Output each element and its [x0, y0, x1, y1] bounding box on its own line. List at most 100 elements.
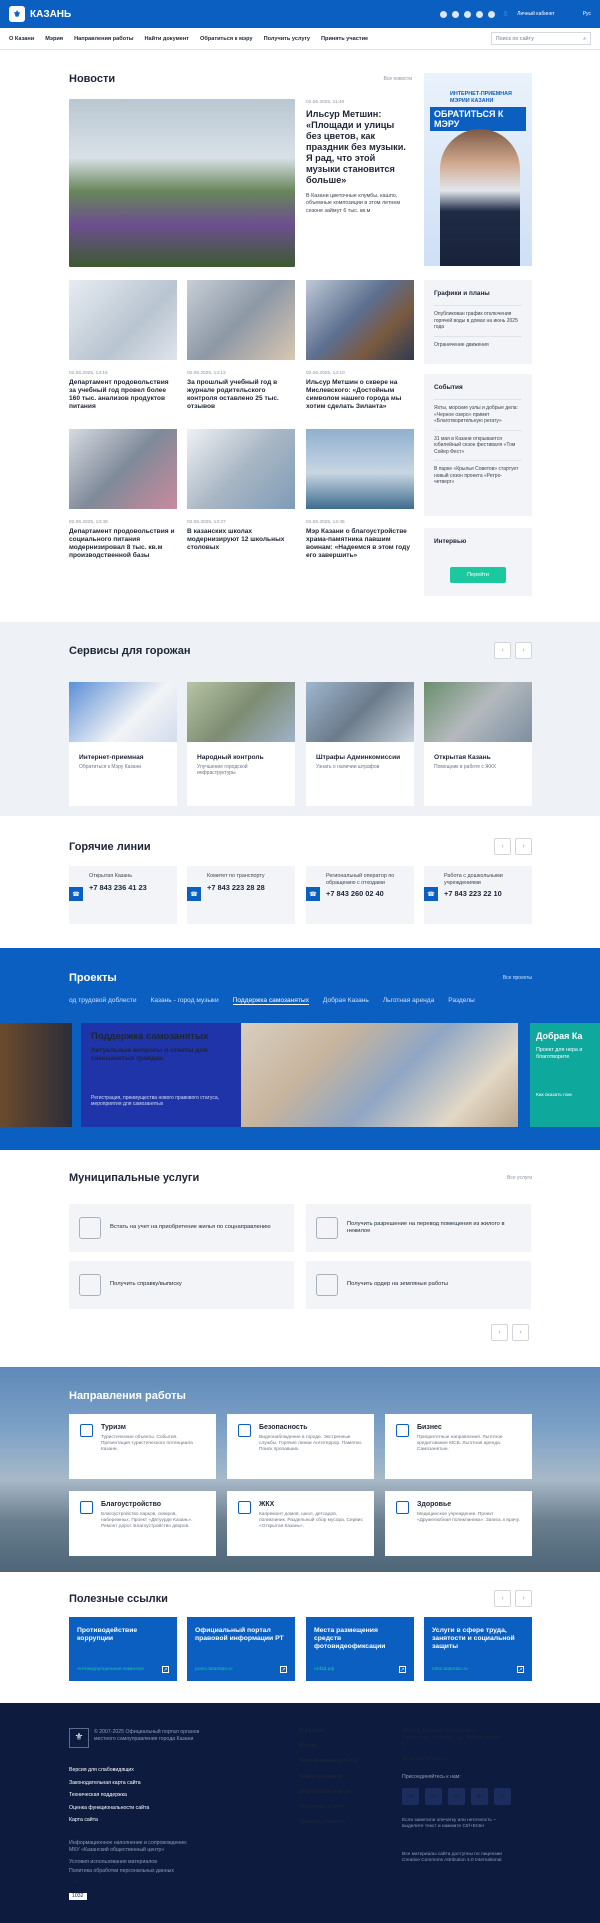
footer-menu-item[interactable]: Найти документ [299, 1774, 357, 1780]
direction-card[interactable]: Здоровье Медицинское учреждение. Проект «… [385, 1491, 532, 1556]
telegram-icon[interactable]: ✈ [494, 1788, 511, 1805]
next-arrow-icon[interactable]: › [515, 1590, 532, 1607]
municipal-service-item[interactable]: Получить ордер на земляные работы [306, 1261, 531, 1309]
vk-icon[interactable]: vk [402, 1788, 419, 1805]
hotline-card[interactable]: ☎ Комитет по транспорту +7 843 223 28 28 [187, 866, 295, 924]
instagram-icon[interactable] [463, 10, 471, 18]
tab-kind-kazan[interactable]: Добрая Казань [323, 997, 369, 1005]
youtube-icon[interactable] [475, 10, 483, 18]
news-card-title[interactable]: Департамент продовольствия за учебный го… [69, 379, 177, 411]
link-url[interactable]: pravo.tatarstan.ru [195, 1667, 233, 1672]
link-url[interactable]: Антикоррупционная комиссия [77, 1667, 144, 1672]
prev-arrow-icon[interactable]: ‹ [494, 642, 511, 659]
news-card[interactable]: 02.06.2025, 13:27 В казанских школах мод… [187, 429, 295, 552]
news-card[interactable]: 02.06.2025, 14:13 За прошлый учебный год… [187, 280, 295, 411]
personal-cabinet-link[interactable]: Личный кабинет [517, 11, 555, 17]
widget-item[interactable]: В парке «Крылья Советов» стартует новый … [434, 460, 522, 491]
language-select[interactable]: Рус [583, 11, 591, 17]
service-card[interactable]: Открытая Казань Помощник в работе с ЖКХ [424, 682, 532, 806]
footer-menu-item[interactable]: Направления работы [299, 1758, 357, 1764]
municipal-service-item[interactable]: Встать на учет на приобретение жилья по … [69, 1204, 294, 1252]
youtube-icon[interactable]: ▶ [471, 1788, 488, 1805]
link-url[interactable]: rmfdd.рф [314, 1667, 334, 1672]
news-main[interactable]: 02.06.2025, 11:40 Ильсур Метшин: «Площад… [306, 100, 410, 215]
useful-link-card[interactable]: Противодействие коррупции Антикоррупционн… [69, 1617, 177, 1681]
search-icon[interactable]: ⌕ [583, 36, 586, 42]
service-card[interactable]: Интернет-приемная Обратиться к Мэру Казан… [69, 682, 177, 806]
instagram-icon[interactable]: ◎ [448, 1788, 465, 1805]
footer-link[interactable]: Оценка функциональности сайта [69, 1802, 149, 1815]
prev-arrow-icon[interactable]: ‹ [494, 1590, 511, 1607]
news-card[interactable]: 02.06.2025, 13:48 Департамент продовольс… [69, 429, 177, 560]
hotline-card[interactable]: ☎ Открытая Казань +7 843 236 41 23 [69, 866, 177, 924]
tab-music[interactable]: Казань - город музыки [151, 997, 219, 1005]
prev-arrow-icon[interactable]: ‹ [491, 1324, 508, 1341]
news-main-title[interactable]: Ильсур Метшин: «Площади и улицы без цвет… [306, 109, 410, 186]
next-arrow-icon[interactable]: › [515, 642, 532, 659]
telegram-icon[interactable] [487, 10, 495, 18]
hotline-card[interactable]: ☎ Региональный оператор по обращению с от… [306, 866, 414, 924]
hotline-phone[interactable]: +7 843 223 22 10 [444, 889, 524, 898]
nav-item-appeal[interactable]: Обратиться к мэру [200, 36, 253, 42]
link-url[interactable]: mtsz.tatarstan.ru [432, 1667, 468, 1672]
search-input[interactable]: Поиск по сайту ⌕ [491, 32, 591, 45]
news-card-title[interactable]: Ильсур Метшин о сквере на Мислевского: «… [306, 379, 414, 411]
widget-item[interactable]: Яхты, морские узлы и добрые дела: «Черно… [434, 399, 522, 430]
news-card-title[interactable]: За прошлый учебный год в журнале родител… [187, 379, 295, 411]
footer-link[interactable]: Законодательная карта сайта [69, 1777, 149, 1790]
useful-link-card[interactable]: Услуги в сфере труда, занятости и социал… [424, 1617, 532, 1681]
project-card-next[interactable]: Добрая Ка Проект для нера и благотворите… [530, 1023, 600, 1127]
widget-item[interactable]: Ограничение движения [434, 335, 522, 354]
news-main-photo[interactable] [69, 99, 295, 267]
vk-icon[interactable] [439, 10, 447, 18]
nav-item-about[interactable]: О Казани [9, 36, 34, 42]
next-arrow-icon[interactable]: › [512, 1324, 529, 1341]
news-card[interactable]: 02.06.2025, 14:10 Ильсур Метшин о сквере… [306, 280, 414, 411]
site-logo[interactable]: ⚜ КАЗАНЬ [9, 6, 71, 22]
footer-link[interactable]: Политика обработки персональных данных [69, 1867, 174, 1876]
news-card-title[interactable]: Мэр Казани о благоустройстве храма-памят… [306, 528, 414, 560]
direction-card[interactable]: ЖКХ Капремонт домов, школ, детсадов, поли… [227, 1491, 374, 1556]
footer-link[interactable]: Версия для слабовидящих [69, 1764, 149, 1777]
mayor-appeal-banner[interactable]: ИНТЕРНЕТ-ПРИЕМНАЯ МЭРИИ КАЗАНИ ОБРАТИТЬС… [424, 73, 532, 266]
useful-link-card[interactable]: Места размещения средств фотовидеофиксац… [306, 1617, 414, 1681]
footer-link[interactable]: Условия использования материалов [69, 1858, 174, 1867]
direction-card[interactable]: Благоустройство Благоустройство парков, с… [69, 1491, 216, 1556]
nav-item-directions[interactable]: Направления работы [74, 36, 133, 42]
tab-rent[interactable]: Льготная аренда [383, 997, 434, 1005]
ok-icon[interactable]: ok [425, 1788, 442, 1805]
nav-item-services[interactable]: Получить услугу [264, 36, 310, 42]
direction-card[interactable]: Туризм Туристические объекты. События. Пр… [69, 1414, 216, 1479]
tab-labor[interactable]: од трудовой доблести [69, 997, 137, 1005]
tab-sections[interactable]: Разделы [448, 997, 475, 1005]
nav-item-documents[interactable]: Найти документ [145, 36, 190, 42]
project-link[interactable]: Как оказать пом [536, 1093, 594, 1098]
footer-menu-item[interactable]: Мэрия [299, 1743, 357, 1749]
direction-card[interactable]: Бизнес Приоритетные направления. Льготное… [385, 1414, 532, 1479]
news-card[interactable]: 02.06.2025, 12:45 Мэр Казани о благоустр… [306, 429, 414, 560]
ok-icon[interactable] [451, 10, 459, 18]
widget-item[interactable]: 31 мая в Казани открывается юбилейный се… [434, 429, 522, 461]
footer-link[interactable]: Техническая поддержка [69, 1789, 149, 1802]
project-card-active[interactable]: Поддержка самозанятых Актуальные вопросы… [81, 1023, 518, 1127]
nav-item-mayoralty[interactable]: Мэрия [45, 36, 63, 42]
next-arrow-icon[interactable]: › [515, 838, 532, 855]
useful-link-card[interactable]: Официальный портал правовой информации Р… [187, 1617, 295, 1681]
municipal-service-item[interactable]: Получить справку/выписку [69, 1261, 294, 1309]
footer-menu-item[interactable]: Получить услугу [299, 1804, 357, 1810]
service-card[interactable]: Штрафы Админкомиссии Узнать о наличии штр… [306, 682, 414, 806]
prev-arrow-icon[interactable]: ‹ [494, 838, 511, 855]
municipal-service-item[interactable]: Получить разрешение на перевод помещения… [306, 1204, 531, 1252]
footer-email[interactable]: rik.kazan@tatar.ru [402, 1756, 447, 1763]
footer-menu-item[interactable]: О Казани [299, 1728, 357, 1734]
all-news-link[interactable]: Все новости [383, 76, 412, 82]
hotline-phone[interactable]: +7 843 223 28 28 [207, 883, 287, 892]
service-card[interactable]: Народный контроль Улучшение городской инф… [187, 682, 295, 806]
news-card-title[interactable]: В казанских школах модернизируют 12 школ… [187, 528, 295, 552]
tab-self-employed[interactable]: Поддержка самозанятых [232, 997, 309, 1005]
all-projects-link[interactable]: Все проекты [503, 975, 532, 981]
all-services-link[interactable]: Все услуги [507, 1175, 532, 1181]
news-card-title[interactable]: Департамент продовольствия и социального… [69, 528, 177, 560]
news-card[interactable]: 02.06.2025, 14:16 Департамент продовольс… [69, 280, 177, 411]
hotline-phone[interactable]: +7 843 236 41 23 [89, 883, 169, 892]
